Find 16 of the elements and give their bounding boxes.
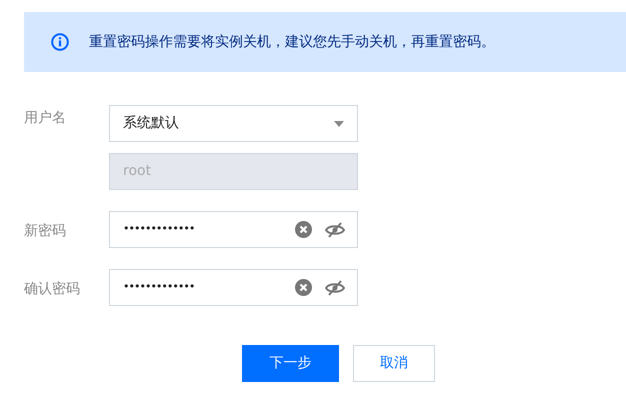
eye-slash-icon[interactable]: [325, 222, 345, 238]
clear-icon[interactable]: [295, 221, 312, 238]
info-icon: [51, 33, 69, 51]
field-label: 确认密码: [24, 280, 81, 299]
password-field[interactable]: •••••••••••••: [109, 211, 358, 248]
field-label: 新密码: [24, 222, 67, 241]
username-select[interactable]: 系统默认: [109, 105, 358, 142]
alert-message: 重置密码操作需要将实例关机，建议您先手动关机，再重置密码。: [89, 32, 495, 52]
username-field: root: [109, 153, 358, 190]
clear-icon[interactable]: [295, 279, 312, 296]
cancel-button[interactable]: 取消: [353, 345, 435, 382]
field-label: 用户名: [24, 109, 67, 128]
eye-slash-icon[interactable]: [325, 280, 345, 296]
next-button[interactable]: 下一步: [242, 345, 339, 382]
password-field[interactable]: •••••••••••••: [109, 269, 358, 306]
caret-icon: [334, 120, 344, 126]
